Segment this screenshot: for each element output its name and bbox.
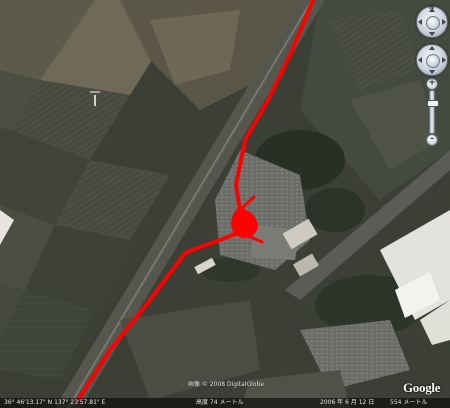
look-left-arrow-icon[interactable] <box>418 19 422 25</box>
google-logo: Google <box>403 380 441 395</box>
look-center-icon[interactable] <box>426 16 440 30</box>
move-ring[interactable] <box>416 44 448 76</box>
zoom-slider[interactable]: + - <box>426 78 439 146</box>
navigation-control[interactable]: N + - <box>410 2 450 152</box>
look-right-arrow-icon[interactable] <box>442 19 446 25</box>
imagery-date: 2006 年 6 月 12 日 <box>320 399 375 406</box>
look-up-arrow-icon[interactable] <box>429 8 435 12</box>
look-down-arrow-icon[interactable] <box>429 32 435 36</box>
move-left-arrow-icon[interactable] <box>418 57 422 63</box>
zoom-track[interactable] <box>427 90 439 134</box>
status-bar: 36° 46'13.17" N 137° 23'57.81" E 高度 74 メ… <box>0 398 450 408</box>
eye-altitude: 554 メートル <box>390 399 428 406</box>
look-around-ring[interactable]: N <box>416 4 448 38</box>
zoom-in-button[interactable]: + <box>426 78 438 90</box>
move-center-icon[interactable] <box>426 54 440 68</box>
route-loop <box>231 207 258 238</box>
zoom-thumb[interactable] <box>427 100 439 107</box>
satellite-map[interactable] <box>0 0 450 408</box>
pointer-coordinates: 36° 46'13.17" N 137° 23'57.81" E <box>4 399 106 406</box>
elevation-readout: 高度 74 メートル <box>196 399 244 406</box>
move-up-arrow-icon[interactable] <box>429 46 435 50</box>
move-right-arrow-icon[interactable] <box>442 57 446 63</box>
move-down-arrow-icon[interactable] <box>429 70 435 74</box>
map-viewport[interactable]: N + - 画像 © 2008 DigitalGlobe Google 36° … <box>0 0 450 408</box>
imagery-copyright: 画像 © 2008 DigitalGlobe <box>188 381 264 388</box>
zoom-out-button[interactable]: - <box>426 134 438 146</box>
